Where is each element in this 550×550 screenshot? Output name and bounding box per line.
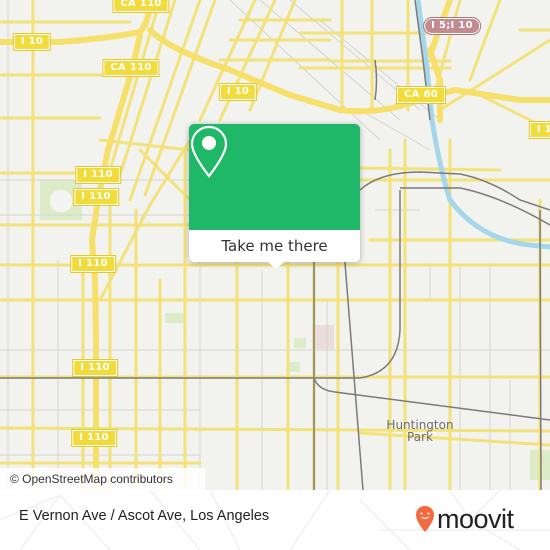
map-attribution[interactable]: © OpenStreetMap contributors <box>0 468 205 490</box>
location-pin-icon <box>190 125 228 178</box>
highway-shield-ca110: CA 110 <box>102 59 160 77</box>
stadium <box>50 190 72 212</box>
highway-shield-i110: I 110 <box>72 359 118 377</box>
highway-shield-i110: I 110 <box>70 255 116 273</box>
highway-shield-i110: I 110 <box>75 166 121 184</box>
park-area <box>294 338 306 348</box>
popup-header <box>189 124 360 230</box>
place-label-huntington-park: Huntington Park <box>386 419 453 443</box>
place-label-line: Park <box>407 430 433 444</box>
location-popup: Take me there <box>189 124 360 269</box>
park-area <box>165 313 185 323</box>
take-me-there-button[interactable]: Take me there <box>189 230 360 262</box>
footer-bar: E Vernon Ave / Ascot Ave, Los Angeles mo… <box>0 490 550 550</box>
highway-shield-i110: I 110 <box>73 188 119 206</box>
map-view[interactable]: CA 110 I 10 CA 110 I 10 I 5;I 10 CA 60 I… <box>0 0 550 490</box>
highway-shield-ca60: CA 60 <box>396 86 446 104</box>
moovit-wordmark: moovit <box>437 503 514 534</box>
highway-shield-i5-i10: I 5;I 10 <box>423 17 481 35</box>
stop-name: E Vernon Ave / Ascot Ave, Los Angeles <box>19 508 270 524</box>
highway-shield-i110: I 110 <box>71 429 117 447</box>
park-area <box>290 362 300 372</box>
highway-shield-i10: I 10 <box>528 121 550 139</box>
moovit-logo[interactable]: moovit <box>415 502 514 536</box>
highway-shield-ca110: CA 110 <box>112 0 170 13</box>
moovit-pin-icon <box>416 506 434 532</box>
highway-shield-i10: I 10 <box>12 33 52 51</box>
highway-shield-i10: I 10 <box>218 83 258 101</box>
popup-pointer <box>268 262 284 269</box>
